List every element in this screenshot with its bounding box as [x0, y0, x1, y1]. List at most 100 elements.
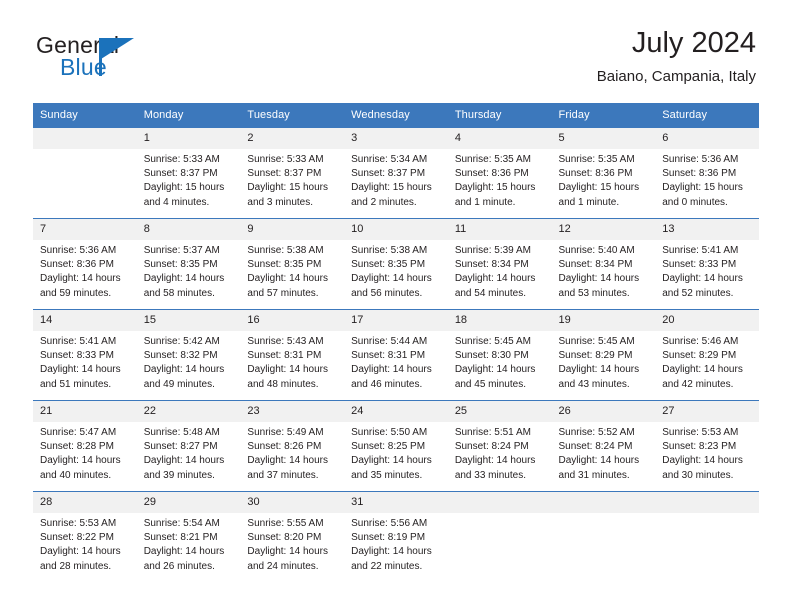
day-cell[interactable]: 11 Sunrise: 5:39 AM Sunset: 8:34 PM Dayl… — [447, 218, 552, 310]
sunrise-text: Sunrise: 5:51 AM — [454, 427, 531, 438]
daylight-text-line1: Daylight: 14 hours — [662, 455, 743, 467]
daylight-text-line2: and 24 minutes. — [247, 560, 319, 572]
location-subtitle: Baiano, Campania, Italy — [596, 68, 756, 85]
daylight-text-line2: and 39 minutes. — [143, 469, 215, 481]
day-number: 21 — [33, 401, 137, 422]
day-info: Sunrise: 5:34 AM Sunset: 8:37 PM Dayligh… — [344, 149, 448, 210]
daylight-text-line2: and 26 minutes. — [143, 560, 215, 572]
day-cell[interactable]: 23 Sunrise: 5:49 AM Sunset: 8:26 PM Dayl… — [240, 400, 345, 492]
day-info: Sunrise: 5:46 AM Sunset: 8:29 PM Dayligh… — [655, 331, 759, 392]
daylight-text-line1: Daylight: 14 hours — [351, 364, 432, 376]
day-cell[interactable]: 27 Sunrise: 5:53 AM Sunset: 8:23 PM Dayl… — [655, 400, 759, 492]
day-info: Sunrise: 5:47 AM Sunset: 8:28 PM Dayligh… — [33, 422, 137, 483]
day-info: Sunrise: 5:44 AM Sunset: 8:31 PM Dayligh… — [344, 331, 448, 392]
daylight-text-line1: Daylight: 14 hours — [662, 364, 743, 376]
day-number: 15 — [136, 310, 241, 331]
day-info: Sunrise: 5:38 AM Sunset: 8:35 PM Dayligh… — [240, 240, 344, 301]
daylight-text-line2: and 2 minutes. — [351, 196, 417, 208]
day-cell[interactable]: 10 Sunrise: 5:38 AM Sunset: 8:35 PM Dayl… — [344, 218, 448, 310]
day-cell[interactable]: 14 Sunrise: 5:41 AM Sunset: 8:33 PM Dayl… — [33, 309, 137, 401]
day-cell[interactable]: 8 Sunrise: 5:37 AM Sunset: 8:35 PM Dayli… — [136, 218, 241, 310]
day-number: 22 — [136, 401, 241, 422]
day-cell[interactable]: 13 Sunrise: 5:41 AM Sunset: 8:33 PM Dayl… — [655, 218, 759, 310]
sunset-text: Sunset: 8:21 PM — [143, 532, 218, 544]
day-cell[interactable]: 18 Sunrise: 5:45 AM Sunset: 8:30 PM Dayl… — [447, 309, 552, 401]
daylight-text-line2: and 46 minutes. — [351, 378, 423, 390]
day-info: Sunrise: 5:52 AM Sunset: 8:24 PM Dayligh… — [552, 422, 656, 483]
day-cell[interactable]: 26 Sunrise: 5:52 AM Sunset: 8:24 PM Dayl… — [551, 400, 656, 492]
day-cell[interactable]: 22 Sunrise: 5:48 AM Sunset: 8:27 PM Dayl… — [136, 400, 241, 492]
day-number: 25 — [447, 401, 552, 422]
calendar-week-row: 14 Sunrise: 5:41 AM Sunset: 8:33 PM Dayl… — [33, 309, 759, 401]
sunrise-text: Sunrise: 5:37 AM — [143, 245, 220, 256]
daylight-text-line1: Daylight: 15 hours — [558, 182, 640, 194]
day-cell[interactable]: 29 Sunrise: 5:54 AM Sunset: 8:21 PM Dayl… — [136, 491, 241, 582]
day-cell[interactable]: 1 Sunrise: 5:33 AM Sunset: 8:37 PM Dayli… — [136, 127, 241, 219]
sunset-text: Sunset: 8:24 PM — [454, 441, 529, 453]
day-cell[interactable]: 4 Sunrise: 5:35 AM Sunset: 8:36 PM Dayli… — [447, 127, 552, 219]
day-cell[interactable]: 15 Sunrise: 5:42 AM Sunset: 8:32 PM Dayl… — [136, 309, 241, 401]
sunrise-text: Sunrise: 5:41 AM — [662, 245, 739, 256]
day-cell[interactable]: 6 Sunrise: 5:36 AM Sunset: 8:36 PM Dayli… — [655, 127, 759, 219]
sunrise-text: Sunrise: 5:36 AM — [40, 245, 117, 256]
logo-text-blue: Blue — [60, 54, 107, 80]
daylight-text-line2: and 49 minutes. — [143, 378, 215, 390]
sunrise-text: Sunrise: 5:56 AM — [351, 518, 428, 529]
day-number: 9 — [240, 219, 345, 240]
daylight-text-line1: Daylight: 15 hours — [351, 182, 432, 194]
sunrise-text: Sunrise: 5:49 AM — [247, 427, 324, 438]
daylight-text-line2: and 54 minutes. — [454, 287, 526, 299]
sunset-text: Sunset: 8:20 PM — [247, 532, 322, 544]
day-cell[interactable]: 12 Sunrise: 5:40 AM Sunset: 8:34 PM Dayl… — [551, 218, 656, 310]
day-cell[interactable]: 17 Sunrise: 5:44 AM Sunset: 8:31 PM Dayl… — [344, 309, 448, 401]
daylight-text-line1: Daylight: 14 hours — [40, 455, 121, 467]
day-info: Sunrise: 5:39 AM Sunset: 8:34 PM Dayligh… — [448, 240, 552, 301]
day-number: 26 — [551, 401, 656, 422]
day-number: 6 — [655, 128, 759, 149]
sunrise-text: Sunrise: 5:39 AM — [454, 245, 531, 256]
day-cell[interactable]: 2 Sunrise: 5:33 AM Sunset: 8:37 PM Dayli… — [240, 127, 345, 219]
daylight-text-line1: Daylight: 14 hours — [143, 364, 225, 376]
sunrise-text: Sunrise: 5:35 AM — [454, 154, 531, 165]
day-cell[interactable]: 7 Sunrise: 5:36 AM Sunset: 8:36 PM Dayli… — [33, 218, 137, 310]
calendar-week-row: 28 Sunrise: 5:53 AM Sunset: 8:22 PM Dayl… — [33, 491, 759, 582]
day-cell[interactable]: 5 Sunrise: 5:35 AM Sunset: 8:36 PM Dayli… — [551, 127, 656, 219]
daylight-text-line2: and 56 minutes. — [351, 287, 423, 299]
sunset-text: Sunset: 8:36 PM — [40, 259, 114, 271]
sunrise-sunset-calendar: Sunday Monday Tuesday Wednesday Thursday… — [33, 103, 759, 582]
daylight-text-line2: and 22 minutes. — [351, 560, 423, 572]
day-info: Sunrise: 5:50 AM Sunset: 8:25 PM Dayligh… — [344, 422, 448, 483]
day-cell[interactable]: 28 Sunrise: 5:53 AM Sunset: 8:22 PM Dayl… — [33, 491, 137, 582]
day-cell[interactable]: 3 Sunrise: 5:34 AM Sunset: 8:37 PM Dayli… — [344, 127, 448, 219]
sunset-text: Sunset: 8:31 PM — [351, 350, 426, 362]
day-cell[interactable]: 20 Sunrise: 5:46 AM Sunset: 8:29 PM Dayl… — [655, 309, 759, 401]
day-info: Sunrise: 5:35 AM Sunset: 8:36 PM Dayligh… — [552, 149, 656, 210]
sunrise-text: Sunrise: 5:38 AM — [351, 245, 428, 256]
day-number: 5 — [551, 128, 656, 149]
sunset-text: Sunset: 8:33 PM — [40, 350, 114, 362]
sunrise-text: Sunrise: 5:35 AM — [558, 154, 635, 165]
day-info: Sunrise: 5:49 AM Sunset: 8:26 PM Dayligh… — [240, 422, 344, 483]
daylight-text-line1: Daylight: 14 hours — [558, 455, 640, 467]
day-cell[interactable]: 24 Sunrise: 5:50 AM Sunset: 8:25 PM Dayl… — [344, 400, 448, 492]
day-cell[interactable]: 16 Sunrise: 5:43 AM Sunset: 8:31 PM Dayl… — [240, 309, 345, 401]
sunset-text: Sunset: 8:29 PM — [662, 350, 737, 362]
daylight-text-line1: Daylight: 14 hours — [454, 455, 536, 467]
day-cell[interactable]: 25 Sunrise: 5:51 AM Sunset: 8:24 PM Dayl… — [447, 400, 552, 492]
day-info: Sunrise: 5:43 AM Sunset: 8:31 PM Dayligh… — [240, 331, 344, 392]
day-cell[interactable]: 9 Sunrise: 5:38 AM Sunset: 8:35 PM Dayli… — [240, 218, 345, 310]
weekday-header-thursday: Thursday — [447, 103, 552, 128]
title-block: July 2024 Baiano, Campania, Italy — [597, 26, 756, 88]
day-number: 20 — [655, 310, 759, 331]
day-cell[interactable]: 31 Sunrise: 5:56 AM Sunset: 8:19 PM Dayl… — [344, 491, 448, 582]
day-info: Sunrise: 5:41 AM Sunset: 8:33 PM Dayligh… — [33, 331, 137, 392]
daylight-text-line1: Daylight: 14 hours — [558, 364, 640, 376]
sunset-text: Sunset: 8:37 PM — [143, 168, 218, 180]
day-cell[interactable]: 30 Sunrise: 5:55 AM Sunset: 8:20 PM Dayl… — [240, 491, 345, 582]
daylight-text-line2: and 43 minutes. — [558, 378, 630, 390]
daylight-text-line1: Daylight: 14 hours — [40, 546, 121, 558]
general-blue-logo[interactable]: General Blue — [36, 32, 216, 88]
day-cell[interactable]: 21 Sunrise: 5:47 AM Sunset: 8:28 PM Dayl… — [33, 400, 137, 492]
daylight-text-line1: Daylight: 14 hours — [247, 455, 329, 467]
day-cell[interactable]: 19 Sunrise: 5:45 AM Sunset: 8:29 PM Dayl… — [551, 309, 656, 401]
